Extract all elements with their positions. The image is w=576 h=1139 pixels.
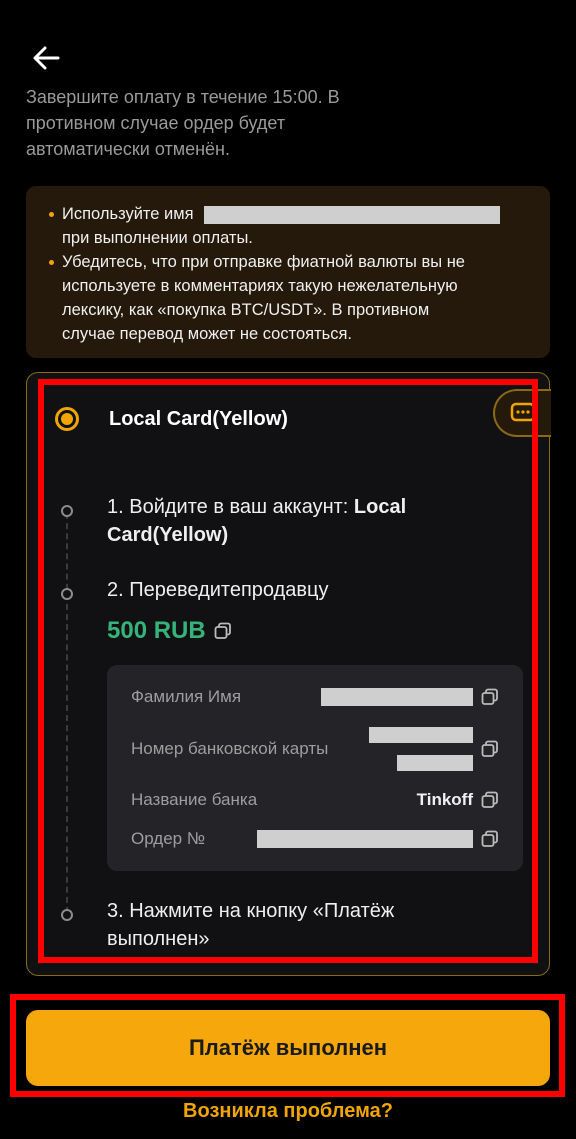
redacted-value <box>397 755 473 771</box>
redacted-value <box>321 688 473 706</box>
copy-icon[interactable] <box>481 740 499 758</box>
payment-method-name: Local Card(Yellow) <box>109 407 288 430</box>
detail-row-card-number: Номер банковской карты <box>131 727 499 771</box>
copy-icon[interactable] <box>481 688 499 706</box>
step-3-text: 3. Нажмите на кнопку «Платёж выполнен» <box>107 900 395 950</box>
chat-icon <box>510 402 536 422</box>
intro-line: противном случае ордер будет <box>26 113 286 133</box>
step-dot-icon <box>61 588 73 600</box>
detail-row-bank: Название банка Tinkoff <box>131 786 499 814</box>
payment-timer-text: Завершите оплату в течение 15:00. В прот… <box>26 87 546 162</box>
step-1-text: 1. Войдите в ваш аккаунт: Local Card(Yel… <box>107 496 407 546</box>
notice-item: Убедитесь, что при отправке фиатной валю… <box>46 250 532 346</box>
timeline-line <box>66 513 68 913</box>
redacted-name <box>204 205 501 224</box>
detail-row-name: Фамилия Имя <box>131 683 499 711</box>
payment-details-box: Фамилия Имя Номер банковской карты Назва… <box>107 665 523 871</box>
copy-icon[interactable] <box>481 830 499 848</box>
back-button[interactable] <box>28 40 64 76</box>
problem-link[interactable]: Возникла проблема? <box>0 1100 576 1123</box>
intro-line: автоматически отменён. <box>26 139 230 159</box>
intro-line: Завершите оплату в течение 15:00. В <box>26 87 340 107</box>
step-dot-icon <box>61 909 73 921</box>
radio-selected-icon[interactable] <box>55 407 79 431</box>
payment-method-option[interactable]: Local Card(Yellow) <box>55 407 288 431</box>
copy-icon[interactable] <box>214 622 232 640</box>
payment-method-card: Local Card(Yellow) 1. Войдите в ваш акка… <box>26 372 551 976</box>
transfer-amount[interactable]: 500 RUB <box>107 617 232 645</box>
bullet-icon <box>49 260 54 265</box>
step-2-text: 2. Переведитепродавцу <box>107 579 329 601</box>
redacted-value <box>257 830 473 848</box>
copy-icon[interactable] <box>481 791 499 809</box>
step-dot-icon <box>61 505 73 517</box>
detail-row-order: Ордер № <box>131 825 499 853</box>
bank-name: Tinkoff <box>416 790 473 809</box>
chat-button[interactable] <box>493 389 551 437</box>
notice-item: Используйте имя при выполнении оплаты. <box>46 202 532 250</box>
arrow-left-icon <box>33 46 60 70</box>
bullet-icon <box>49 212 54 217</box>
payment-done-button[interactable]: Платёж выполнен <box>26 1010 550 1086</box>
redacted-value <box>369 727 473 743</box>
payment-notice: Используйте имя при выполнении оплаты. У… <box>26 186 550 358</box>
